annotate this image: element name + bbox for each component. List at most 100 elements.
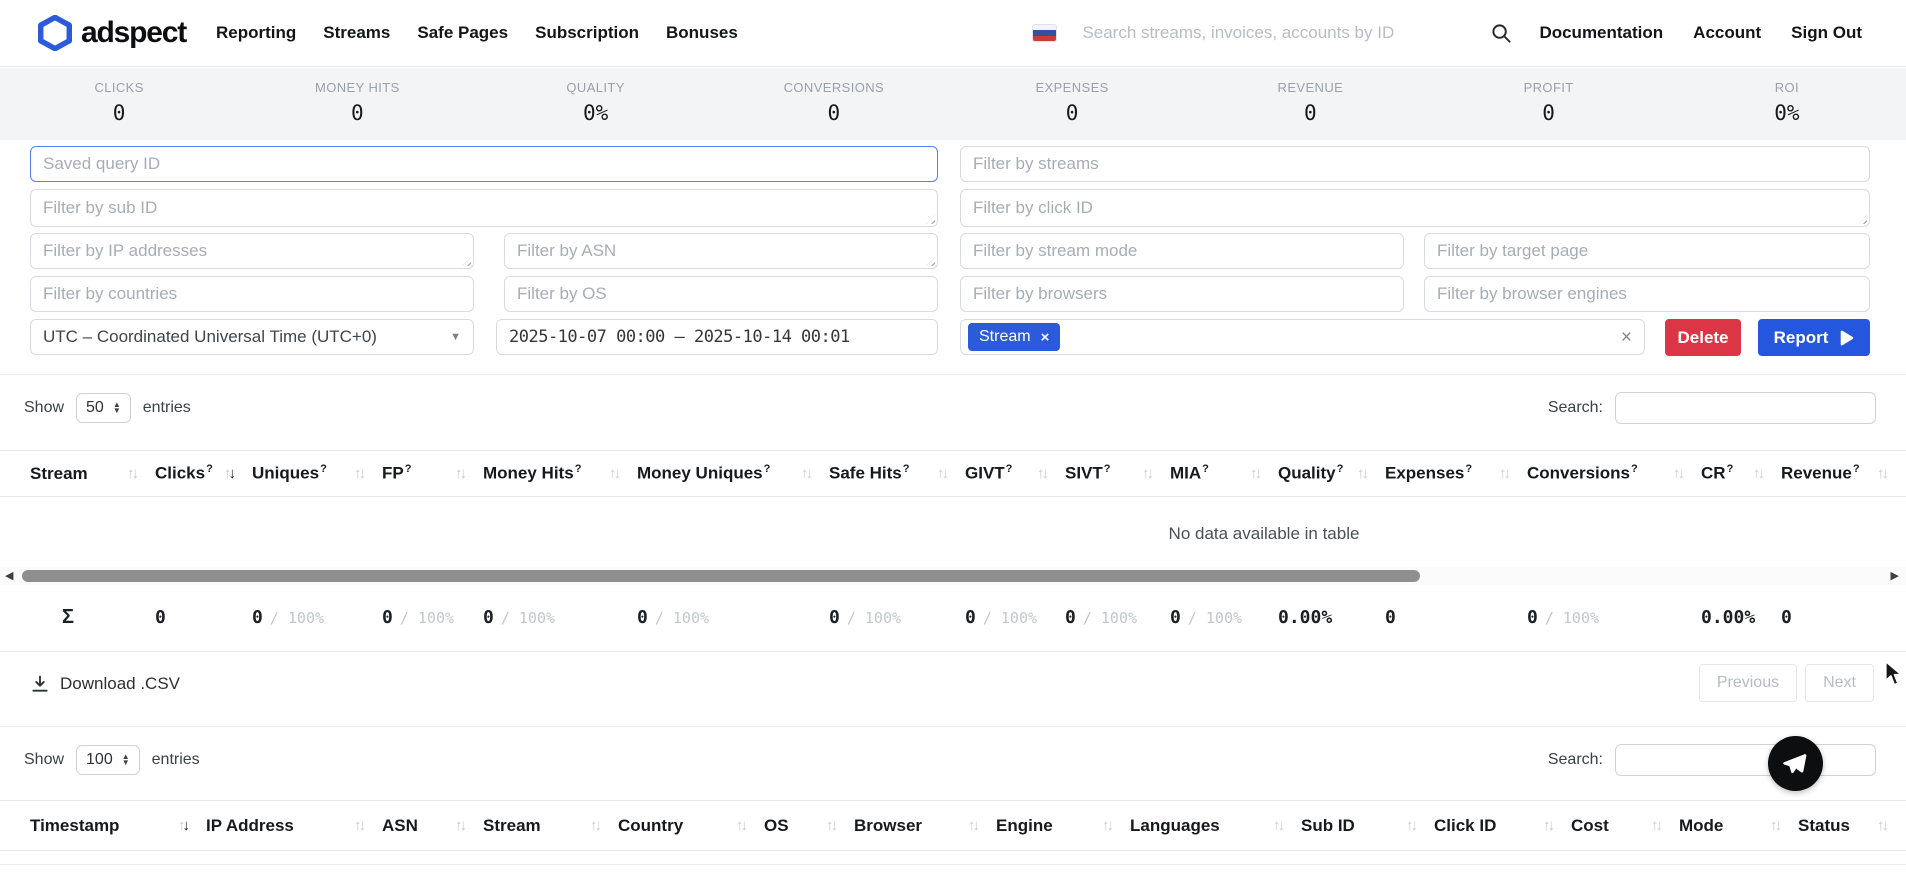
column-header-os[interactable]: OS↑↓ xyxy=(764,816,854,836)
section-divider xyxy=(0,374,1906,375)
table2-search-input[interactable] xyxy=(1615,744,1876,776)
language-flag-ru[interactable] xyxy=(1033,25,1056,41)
filter-countries-input[interactable] xyxy=(30,276,474,312)
report-button[interactable]: Report xyxy=(1758,319,1870,356)
filter-streams-input[interactable] xyxy=(960,146,1870,182)
next-button[interactable]: Next xyxy=(1805,664,1874,702)
column-header-quality[interactable]: Quality?↑↓ xyxy=(1278,463,1385,484)
filter-os-input[interactable] xyxy=(504,276,938,312)
column-header-timestamp[interactable]: Timestamp↑↓ xyxy=(30,816,206,836)
column-header-ip-address[interactable]: IP Address↑↓ xyxy=(206,816,382,836)
sort-icons: ↑↓ xyxy=(1770,817,1782,834)
show-label-2: Show xyxy=(24,751,64,769)
search-label: Search: xyxy=(1548,399,1603,417)
delete-button[interactable]: Delete xyxy=(1665,319,1741,356)
adspect-logo[interactable]: adspect xyxy=(38,15,186,51)
filter-browsers-input[interactable] xyxy=(960,276,1404,312)
nav-link-sign-out[interactable]: Sign Out xyxy=(1791,23,1862,43)
column-header-mia[interactable]: MIA?↑↓ xyxy=(1170,463,1278,484)
download-csv-button[interactable]: Download .CSV xyxy=(30,674,180,694)
table1-search-input[interactable] xyxy=(1615,392,1876,424)
stat-value: 0 xyxy=(113,101,126,125)
column-header-cr[interactable]: CR?↑↓ xyxy=(1701,463,1781,484)
column-header-cost[interactable]: Cost↑↓ xyxy=(1571,816,1679,836)
stat-label: QUALITY xyxy=(566,80,624,95)
sort-icons: ↑↓ xyxy=(736,817,748,834)
column-header-givt[interactable]: GIVT?↑↓ xyxy=(965,463,1065,484)
column-header-status[interactable]: Status↑↓ xyxy=(1798,816,1905,836)
saved-query-input[interactable] xyxy=(30,146,938,182)
scroll-left-icon[interactable]: ◀ xyxy=(5,569,13,582)
horizontal-scrollbar[interactable]: ◀ ▶ xyxy=(0,567,1906,585)
hexagon-logo-icon xyxy=(38,15,72,51)
sort-icons: ↑↓ xyxy=(1673,465,1685,482)
nav-link-streams[interactable]: Streams xyxy=(323,23,390,43)
nav-link-account[interactable]: Account xyxy=(1693,23,1761,43)
global-search-input[interactable] xyxy=(1082,23,1482,43)
sort-down-icon: ↓ xyxy=(1278,817,1286,834)
column-header-money-uniques[interactable]: Money Uniques?↑↓ xyxy=(637,463,829,484)
empty-table-message: No data available in table xyxy=(1169,524,1360,544)
column-header-uniques[interactable]: Uniques?↑↓ xyxy=(252,463,382,484)
column-header-expenses[interactable]: Expenses?↑↓ xyxy=(1385,463,1527,484)
clear-tags-icon[interactable]: × xyxy=(1621,328,1632,347)
column-header-languages[interactable]: Languages↑↓ xyxy=(1130,816,1301,836)
tag-remove-icon[interactable]: × xyxy=(1041,330,1050,345)
filter-click-id-input[interactable] xyxy=(960,189,1870,227)
help-marker: ? xyxy=(764,463,771,475)
column-header-stream[interactable]: Stream↑↓ xyxy=(30,464,155,484)
sort-icons: ↑↓ xyxy=(1543,817,1555,834)
column-header-money-hits[interactable]: Money Hits?↑↓ xyxy=(483,463,637,484)
nav-link-subscription[interactable]: Subscription xyxy=(535,23,639,43)
column-header-click-id[interactable]: Click ID↑↓ xyxy=(1434,816,1571,836)
page-size-select-1[interactable]: 50 ▲▼ xyxy=(76,393,131,423)
column-header-stream[interactable]: Stream↑↓ xyxy=(483,816,618,836)
scroll-right-icon[interactable]: ▶ xyxy=(1891,569,1899,582)
filter-ip-input[interactable] xyxy=(30,233,474,269)
column-header-asn[interactable]: ASN↑↓ xyxy=(382,816,483,836)
column-header-revenue[interactable]: Revenue?↑↓ xyxy=(1781,463,1905,484)
timezone-select[interactable]: UTC – Coordinated Universal Time (UTC+0)… xyxy=(30,319,474,355)
nav-link-bonuses[interactable]: Bonuses xyxy=(666,23,738,43)
column-header-sub-id[interactable]: Sub ID↑↓ xyxy=(1301,816,1434,836)
summary-sivt: 0/ 100% xyxy=(1065,607,1170,628)
sort-down-icon: ↓ xyxy=(460,817,468,834)
column-header-sivt[interactable]: SIVT?↑↓ xyxy=(1065,463,1170,484)
date-range-input[interactable]: 2025-10-07 00:00 – 2025-10-14 00:01 xyxy=(496,319,938,355)
help-marker: ? xyxy=(1104,463,1111,475)
pagination: Previous Next xyxy=(1699,664,1874,702)
filter-stream-mode-input[interactable] xyxy=(960,233,1404,269)
sort-down-icon: ↓ xyxy=(973,817,981,834)
column-header-conversions[interactable]: Conversions?↑↓ xyxy=(1527,463,1701,484)
stat-value: 0 xyxy=(1542,101,1555,125)
scrollbar-thumb[interactable] xyxy=(22,570,1420,582)
filter-target-page-input[interactable] xyxy=(1424,233,1870,269)
column-header-safe-hits[interactable]: Safe Hits?↑↓ xyxy=(829,463,965,484)
column-header-browser[interactable]: Browser↑↓ xyxy=(854,816,996,836)
telegram-button[interactable] xyxy=(1768,736,1823,791)
stat-value: 0 xyxy=(1066,101,1079,125)
filter-browser-engines-input[interactable] xyxy=(1424,276,1870,312)
nav-link-documentation[interactable]: Documentation xyxy=(1539,23,1663,43)
filter-sub-id-input[interactable] xyxy=(30,189,938,227)
summary-stream: Σ xyxy=(30,606,155,629)
column-header-mode[interactable]: Mode↑↓ xyxy=(1679,816,1798,836)
summary-money-uniques: 0/ 100% xyxy=(637,607,829,628)
sort-icons: ↑↓ xyxy=(178,817,190,834)
column-header-fp[interactable]: FP?↑↓ xyxy=(382,463,483,484)
stream-tag[interactable]: Stream × xyxy=(968,323,1060,351)
previous-button[interactable]: Previous xyxy=(1699,664,1797,702)
stat-value: 0 xyxy=(1304,101,1317,125)
stat-conversions: CONVERSIONS0 xyxy=(715,68,953,140)
nav-link-reporting[interactable]: Reporting xyxy=(216,23,296,43)
filter-asn-input[interactable] xyxy=(504,233,938,269)
column-header-engine[interactable]: Engine↑↓ xyxy=(996,816,1130,836)
search-icon[interactable] xyxy=(1490,22,1513,45)
nav-link-safe-pages[interactable]: Safe Pages xyxy=(417,23,508,43)
report-tags-box[interactable]: Stream × × xyxy=(960,319,1645,355)
page-size-select-2[interactable]: 100 ▲▼ xyxy=(76,745,140,775)
download-icon xyxy=(30,674,50,694)
column-header-country[interactable]: Country↑↓ xyxy=(618,816,764,836)
column-header-clicks[interactable]: Clicks?↑↓ xyxy=(155,463,252,484)
sort-down-icon: ↓ xyxy=(183,817,191,834)
